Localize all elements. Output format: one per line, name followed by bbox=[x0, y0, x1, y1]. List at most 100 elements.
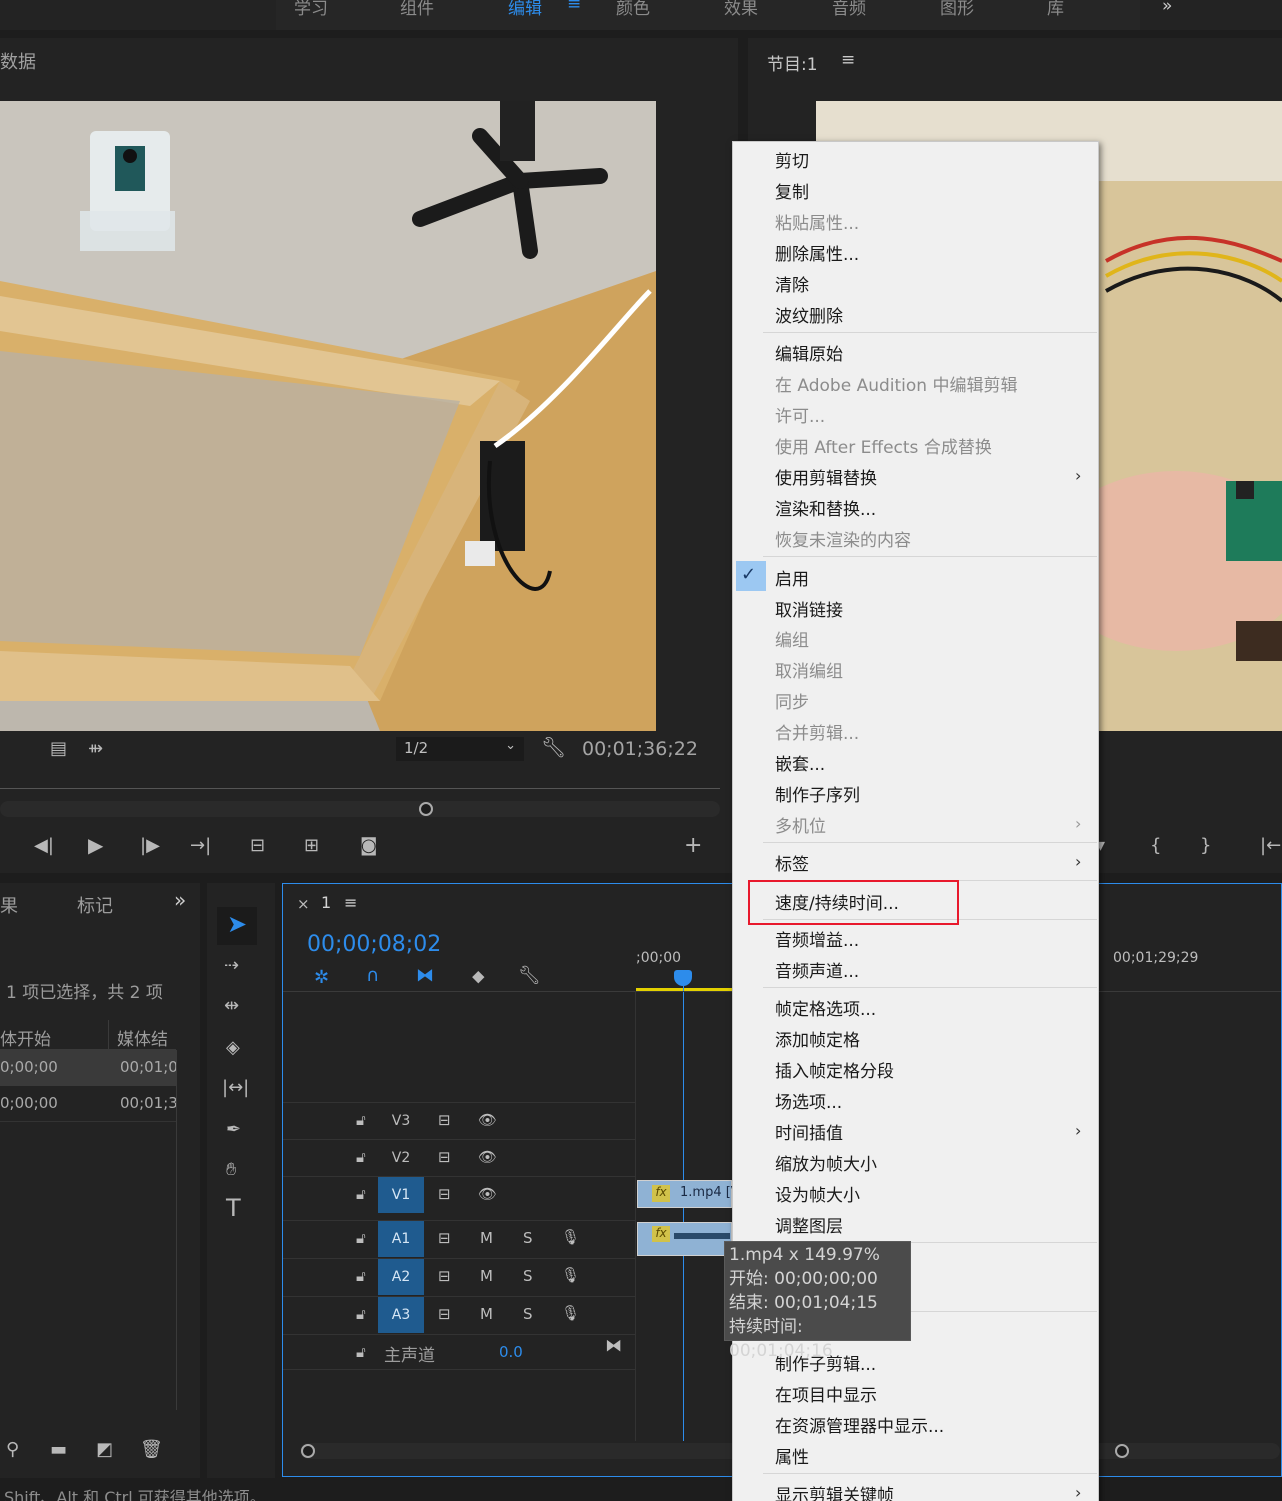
go-to-out-icon[interactable]: →| bbox=[190, 836, 211, 856]
zoom-level-select[interactable]: 1/2 ⌄ bbox=[396, 737, 524, 761]
selection-tool-icon[interactable]: ➤ bbox=[227, 910, 247, 938]
linked-selection-icon[interactable]: ⧓ bbox=[416, 965, 434, 986]
menu-item-synchronize[interactable]: 同步 bbox=[775, 688, 809, 713]
menu-item-nest[interactable]: 嵌套... bbox=[775, 750, 825, 775]
microphone-icon[interactable]: 🎙︎ bbox=[561, 1304, 580, 1322]
menu-item-label[interactable]: 标签 bbox=[775, 850, 809, 875]
project-tab-markers[interactable]: 标记 bbox=[77, 892, 113, 918]
ripple-edit-tool-icon[interactable]: ⇹ bbox=[224, 996, 239, 1016]
menu-item-frame-hold-options[interactable]: 帧定格选项... bbox=[775, 995, 876, 1020]
close-sequence-icon[interactable]: × bbox=[297, 895, 310, 913]
menu-item-show-clip-keyframes[interactable]: 显示剪辑关键帧 bbox=[775, 1481, 894, 1501]
column-media-end[interactable]: 媒体结 bbox=[117, 1025, 168, 1050]
menu-item-enable[interactable]: 启用 bbox=[775, 565, 809, 590]
lock-icon[interactable]: 🔓︎ bbox=[356, 1267, 366, 1285]
more-panels-icon[interactable]: » bbox=[174, 888, 186, 912]
track-select-tool-icon[interactable]: ⇢ bbox=[224, 956, 239, 976]
lock-icon[interactable]: 🔓︎ bbox=[356, 1185, 366, 1203]
snap-magnet-icon[interactable]: ∩ bbox=[366, 965, 379, 986]
menu-item-multi-camera[interactable]: 多机位 bbox=[775, 812, 826, 837]
track-label[interactable]: A3 bbox=[378, 1297, 424, 1333]
solo-button[interactable]: S bbox=[523, 1305, 533, 1323]
mute-button[interactable]: M bbox=[480, 1267, 493, 1285]
step-back-icon[interactable]: ◀| bbox=[34, 836, 54, 856]
overwrite-icon[interactable]: ⊞ bbox=[304, 836, 319, 856]
filmstrip-icon[interactable]: ▤ bbox=[50, 739, 67, 759]
microphone-icon[interactable]: 🎙︎ bbox=[561, 1266, 580, 1284]
source-video-frame[interactable] bbox=[0, 101, 656, 731]
menu-item-make-subsequence[interactable]: 制作子序列 bbox=[775, 781, 860, 806]
track-label[interactable]: V1 bbox=[378, 1177, 424, 1213]
menu-item-edit-original[interactable]: 编辑原始 bbox=[775, 340, 843, 365]
menu-item-paste-attributes[interactable]: 粘贴属性... bbox=[775, 209, 859, 234]
new-bin-icon[interactable]: ▬ bbox=[50, 1440, 67, 1460]
scrollbar-handle[interactable] bbox=[419, 802, 433, 816]
type-tool-icon[interactable]: T bbox=[226, 1196, 241, 1220]
eye-icon[interactable]: 👁︎ bbox=[478, 1111, 497, 1129]
sync-lock-icon[interactable]: ⊟ bbox=[438, 1185, 451, 1203]
menu-item-edit-in-audition[interactable]: 在 Adobe Audition 中编辑剪辑 bbox=[775, 371, 1017, 396]
track-label[interactable]: V2 bbox=[378, 1140, 424, 1176]
mute-button[interactable]: M bbox=[480, 1305, 493, 1323]
master-volume-value[interactable]: 0.0 bbox=[499, 1343, 523, 1361]
menu-item-remove-attributes[interactable]: 删除属性... bbox=[775, 240, 859, 265]
table-row[interactable]: 0;00;00 00;01;0 bbox=[0, 1050, 178, 1086]
play-icon[interactable]: ▶ bbox=[88, 835, 103, 855]
sync-lock-icon[interactable]: ⊟ bbox=[438, 1267, 451, 1285]
menu-item-replace-with-clip[interactable]: 使用剪辑替换 bbox=[775, 464, 877, 489]
wrench-icon[interactable]: 🔧︎ bbox=[541, 737, 566, 757]
solo-button[interactable]: S bbox=[523, 1229, 533, 1247]
audio-waveform-icon[interactable]: ⇻ bbox=[88, 739, 103, 759]
menu-item-cut[interactable]: 剪切 bbox=[775, 147, 809, 172]
timeline-menu-icon[interactable]: ≡ bbox=[344, 893, 357, 912]
mute-button[interactable]: M bbox=[480, 1229, 493, 1247]
menu-item-time-interpolation[interactable]: 时间插值 bbox=[775, 1119, 843, 1144]
lock-icon[interactable]: 🔓︎ bbox=[356, 1343, 366, 1361]
workspace-tab-effects[interactable]: 效果 bbox=[724, 0, 758, 19]
project-tab-effects[interactable]: 果 bbox=[0, 892, 18, 918]
menu-item-replace-with-ae-comp[interactable]: 使用 After Effects 合成替换 bbox=[775, 433, 992, 458]
add-marker-icon[interactable]: ⬥ bbox=[472, 967, 485, 987]
master-audio-meter-icon[interactable]: ⧓ bbox=[605, 1336, 622, 1356]
sync-lock-icon[interactable]: ⊟ bbox=[438, 1111, 451, 1129]
eye-icon[interactable]: 👁︎ bbox=[478, 1185, 497, 1203]
lock-icon[interactable]: 🔓︎ bbox=[356, 1111, 366, 1129]
go-to-in-icon[interactable]: |← bbox=[1260, 836, 1281, 856]
column-media-start[interactable]: 体开始 bbox=[0, 1025, 51, 1050]
razor-tool-icon[interactable]: ◈ bbox=[226, 1038, 240, 1058]
workspace-tab-libraries[interactable]: 库 bbox=[1047, 0, 1064, 19]
menu-item-ripple-delete[interactable]: 波纹删除 bbox=[775, 302, 843, 327]
menu-item-properties[interactable]: 属性 bbox=[775, 1443, 809, 1468]
workspace-tab-learn[interactable]: 学习 bbox=[294, 0, 328, 19]
track-label[interactable]: A2 bbox=[378, 1259, 424, 1295]
pen-tool-icon[interactable]: ✒︎ bbox=[226, 1120, 241, 1140]
menu-item-merge-clips[interactable]: 合并剪辑... bbox=[775, 719, 859, 744]
scrollbar-handle-right[interactable] bbox=[1115, 1444, 1129, 1458]
hand-tool-icon[interactable]: ✋︎ bbox=[226, 1160, 236, 1180]
eye-icon[interactable]: 👁︎ bbox=[478, 1148, 497, 1166]
menu-item-restore-unrendered[interactable]: 恢复未渲染的内容 bbox=[775, 526, 911, 551]
track-label[interactable]: V3 bbox=[378, 1103, 424, 1139]
new-item-icon[interactable]: ◩ bbox=[96, 1440, 113, 1460]
menu-item-unlink[interactable]: 取消链接 bbox=[775, 596, 843, 621]
audio-clip[interactable]: fx bbox=[637, 1222, 732, 1256]
insert-icon[interactable]: ⊟ bbox=[250, 836, 265, 856]
workspace-tab-color[interactable]: 颜色 bbox=[616, 0, 650, 19]
workspace-tab-edit[interactable]: 编辑 bbox=[508, 0, 542, 19]
menu-item-license[interactable]: 许可... bbox=[775, 402, 825, 427]
timeline-settings-wrench-icon[interactable]: 🔧︎ bbox=[518, 966, 541, 986]
menu-item-set-to-frame-size[interactable]: 设为帧大小 bbox=[775, 1181, 860, 1206]
camera-icon[interactable]: ◙ bbox=[360, 836, 377, 856]
lock-icon[interactable]: 🔓︎ bbox=[356, 1229, 366, 1247]
more-workspaces-icon[interactable]: » bbox=[1162, 0, 1172, 16]
menu-item-reveal-in-explorer[interactable]: 在资源管理器中显示... bbox=[775, 1412, 944, 1437]
timeline-timecode[interactable]: 00;00;08;02 bbox=[307, 932, 441, 957]
video-clip[interactable]: fx 1.mp4 [V bbox=[637, 1180, 740, 1208]
sequence-tab[interactable]: 1 bbox=[321, 893, 331, 912]
lock-icon[interactable]: 🔓︎ bbox=[356, 1148, 366, 1166]
slip-tool-icon[interactable]: |↔| bbox=[222, 1078, 249, 1098]
menu-item-ungroup[interactable]: 取消编组 bbox=[775, 657, 843, 682]
scrollbar-handle-left[interactable] bbox=[301, 1444, 315, 1458]
menu-item-clear[interactable]: 清除 bbox=[775, 271, 809, 296]
source-zoom-scrollbar[interactable] bbox=[0, 801, 720, 817]
